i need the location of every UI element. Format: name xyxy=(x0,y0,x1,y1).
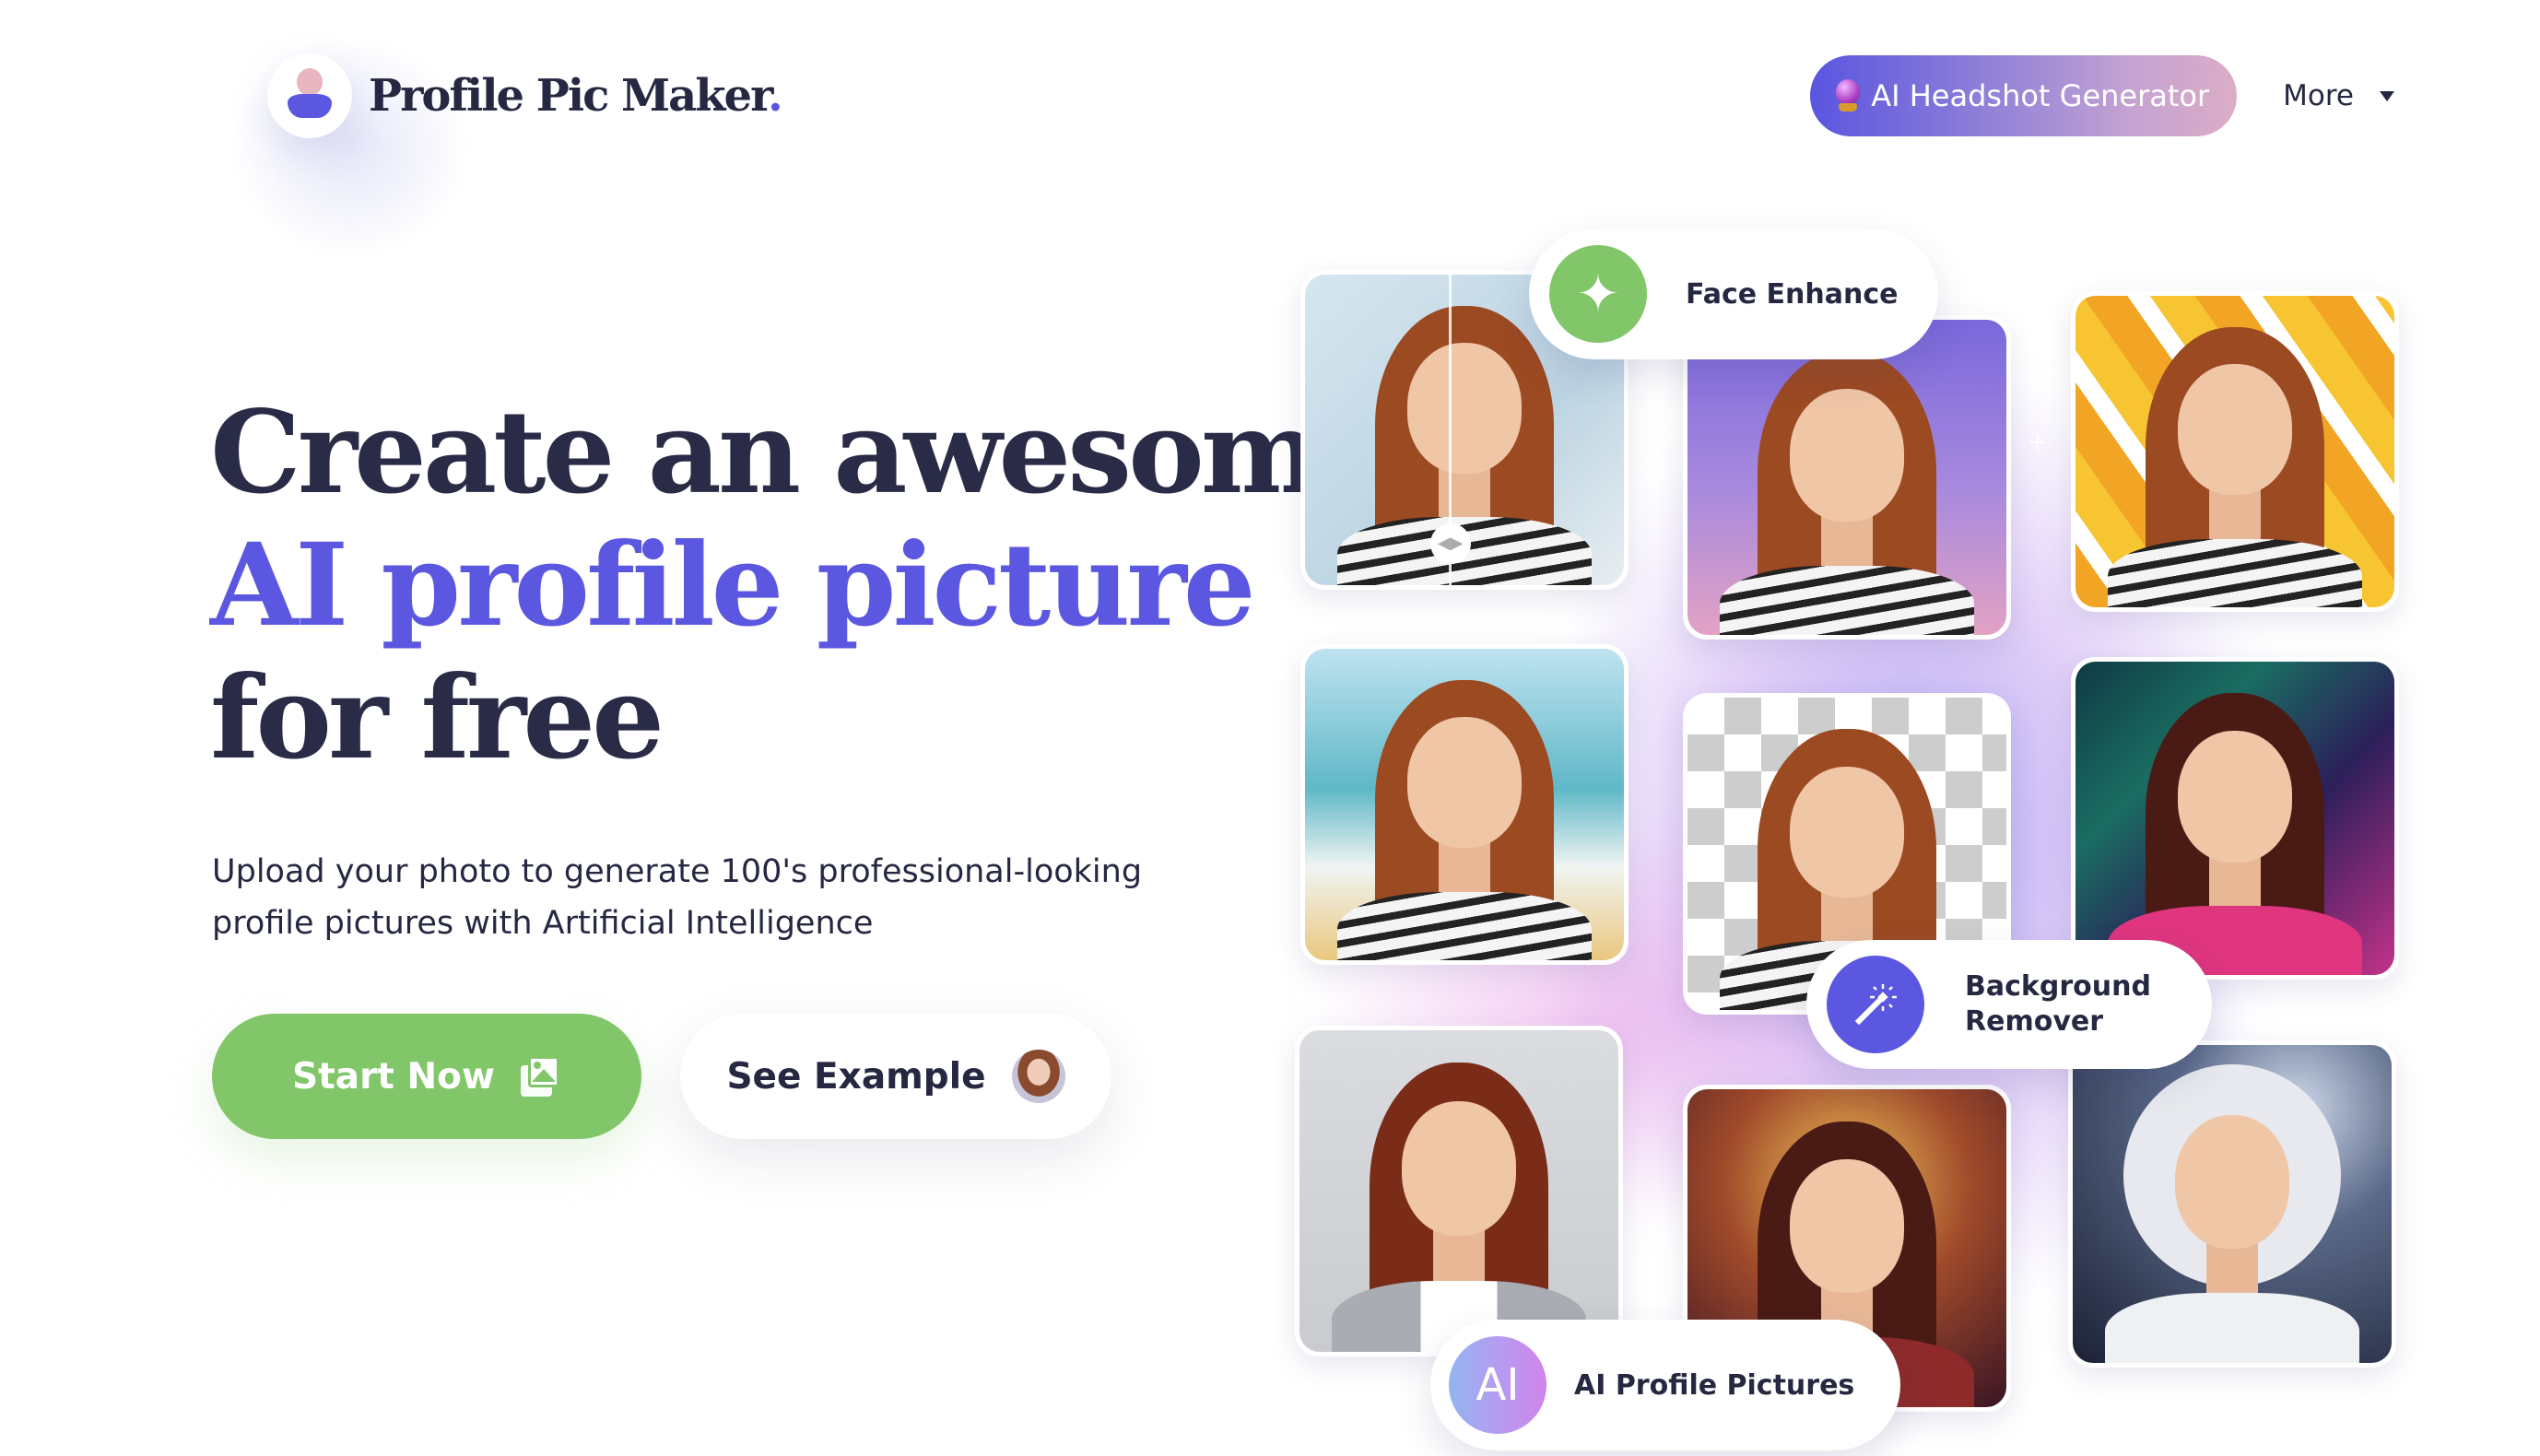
gallery-icon xyxy=(520,1056,561,1097)
start-now-label: Start Now xyxy=(292,1055,495,1098)
ai-icon: AI xyxy=(1449,1336,1546,1434)
ai-profile-pictures-label: AI Profile Pictures xyxy=(1574,1368,1855,1402)
photo-card-purple-background[interactable] xyxy=(1683,315,2011,640)
crystal-ball-icon xyxy=(1836,79,1861,112)
photo-neon-headphones xyxy=(2076,662,2394,975)
logo-text: Profile Pic Maker. xyxy=(369,70,783,122)
hero-subtitle: Upload your photo to generate 100's prof… xyxy=(212,853,1143,942)
ai-headshot-generator-label: AI Headshot Generator xyxy=(1871,78,2210,113)
sparkle-icon: + xyxy=(2028,429,2048,456)
example-avatar xyxy=(1011,1050,1065,1103)
ai-profile-pictures-badge[interactable]: AI AI Profile Pictures xyxy=(1430,1320,1900,1450)
more-label: More xyxy=(2283,79,2354,112)
top-nav: AI Headshot Generator More xyxy=(1810,55,2394,136)
start-now-button[interactable]: Start Now xyxy=(212,1014,641,1139)
photo-beach-background xyxy=(1305,649,1624,960)
photo-card-yellow-background[interactable] xyxy=(2071,291,2399,612)
ai-headshot-generator-button[interactable]: AI Headshot Generator xyxy=(1810,55,2238,136)
headline-line-3: for free xyxy=(210,652,664,785)
see-example-label: See Example xyxy=(726,1055,986,1098)
photo-yellow-background xyxy=(2076,296,2394,607)
face-enhance-label: Face Enhance xyxy=(1686,277,1899,311)
user-avatar-icon xyxy=(267,53,352,138)
magic-wand-icon xyxy=(1827,956,1924,1053)
logo-dot: . xyxy=(767,70,783,122)
background-remover-label: Background Remover xyxy=(1965,970,2151,1038)
photo-card-neon-headphones[interactable] xyxy=(2071,657,2399,980)
logo[interactable]: Profile Pic Maker. xyxy=(267,53,783,138)
caret-down-icon xyxy=(2380,90,2394,101)
sparkle-icon: ✦ xyxy=(1549,245,1647,343)
photo-card-beach-background[interactable] xyxy=(1300,644,1629,965)
logo-name: Profile Pic Maker xyxy=(369,70,770,122)
photo-card-business-suit[interactable] xyxy=(1295,1026,1623,1356)
headline-line-2: AI profile picture xyxy=(210,519,1256,652)
background-remover-badge[interactable]: Background Remover xyxy=(1806,940,2212,1069)
headline-line-1: Create an awesome xyxy=(210,386,1391,520)
more-menu[interactable]: More xyxy=(2283,79,2394,112)
compare-slider-handle[interactable]: ◀▶ xyxy=(1429,523,1471,564)
photo-card-astronaut[interactable] xyxy=(2068,1040,2396,1368)
hero-headline: Create an awesome AI profile picture for… xyxy=(210,386,1391,785)
photo-purple-background xyxy=(1687,320,2006,635)
face-enhance-badge[interactable]: ✦ Face Enhance xyxy=(1529,229,1938,359)
photo-astronaut xyxy=(2073,1045,2392,1363)
sparkle-icon: + xyxy=(2028,364,2048,392)
photo-business-suit xyxy=(1299,1030,1618,1352)
see-example-button[interactable]: See Example xyxy=(680,1014,1111,1139)
